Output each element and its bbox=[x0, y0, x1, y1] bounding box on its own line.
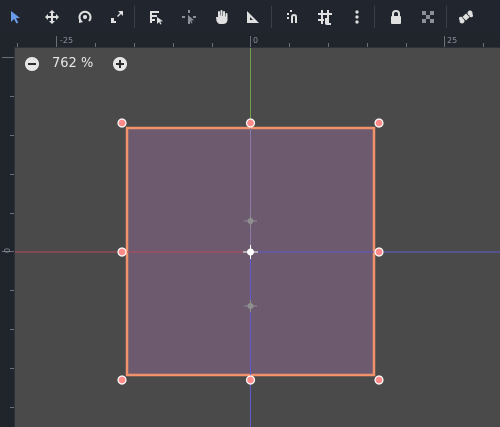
move-mode-tool-icon[interactable] bbox=[38, 3, 66, 31]
resize-handle-bottom-left[interactable] bbox=[117, 375, 127, 385]
selected-rect-node[interactable] bbox=[125, 126, 376, 377]
smart-snap-toggle-icon[interactable] bbox=[279, 3, 307, 31]
resize-handle-top-right[interactable] bbox=[374, 118, 384, 128]
resize-handle-right[interactable] bbox=[374, 247, 384, 257]
edit-pivot-tool-icon[interactable] bbox=[175, 3, 203, 31]
grid-snap-toggle-icon[interactable] bbox=[311, 3, 339, 31]
lock-icon[interactable] bbox=[382, 3, 410, 31]
ruler-label: 0 bbox=[253, 36, 259, 45]
resize-handle-left[interactable] bbox=[117, 247, 127, 257]
anchor-marker[interactable] bbox=[244, 215, 257, 227]
resize-handle-bottom-right[interactable] bbox=[374, 375, 384, 385]
vertical-ruler-ticks bbox=[2, 57, 14, 408]
toolbar-separator bbox=[374, 6, 375, 28]
resize-handle-top[interactable] bbox=[245, 118, 256, 128]
horizontal-ruler[interactable]: -25 0 25 bbox=[0, 34, 500, 48]
ruler-label: 25 bbox=[447, 36, 458, 45]
editor-toolbar bbox=[0, 0, 500, 35]
horizontal-ruler-ticks bbox=[17, 36, 484, 47]
toolbar-separator bbox=[134, 6, 135, 28]
resize-handle-top-left[interactable] bbox=[117, 118, 127, 128]
ruler-label: 0 bbox=[3, 247, 12, 253]
resize-handle-bottom[interactable] bbox=[245, 375, 256, 385]
zoom-in-button[interactable] bbox=[113, 57, 127, 71]
anchor-marker[interactable] bbox=[244, 300, 257, 312]
bone-icon[interactable] bbox=[452, 3, 480, 31]
rotate-mode-tool-icon[interactable] bbox=[71, 3, 99, 31]
toolbar-separator bbox=[446, 6, 447, 28]
select-mode-tool-icon[interactable] bbox=[2, 3, 30, 31]
ruler-label: -25 bbox=[60, 36, 74, 45]
pivot-marker[interactable] bbox=[243, 245, 258, 259]
plus-circle-icon bbox=[116, 60, 124, 68]
vertical-ruler[interactable]: 0 bbox=[0, 47, 15, 427]
pan-mode-tool-icon[interactable] bbox=[207, 3, 235, 31]
toolbar-separator bbox=[271, 6, 272, 28]
group-icon[interactable] bbox=[414, 3, 442, 31]
minus-circle-icon bbox=[28, 63, 36, 65]
scale-mode-tool-icon[interactable] bbox=[103, 3, 131, 31]
list-selection-tool-icon[interactable] bbox=[142, 3, 170, 31]
zoom-out-button[interactable] bbox=[25, 57, 39, 71]
zoom-level-label[interactable]: 762 % bbox=[52, 56, 93, 72]
ruler-mode-tool-icon[interactable] bbox=[239, 3, 267, 31]
snap-options-menu-icon[interactable] bbox=[343, 3, 371, 31]
